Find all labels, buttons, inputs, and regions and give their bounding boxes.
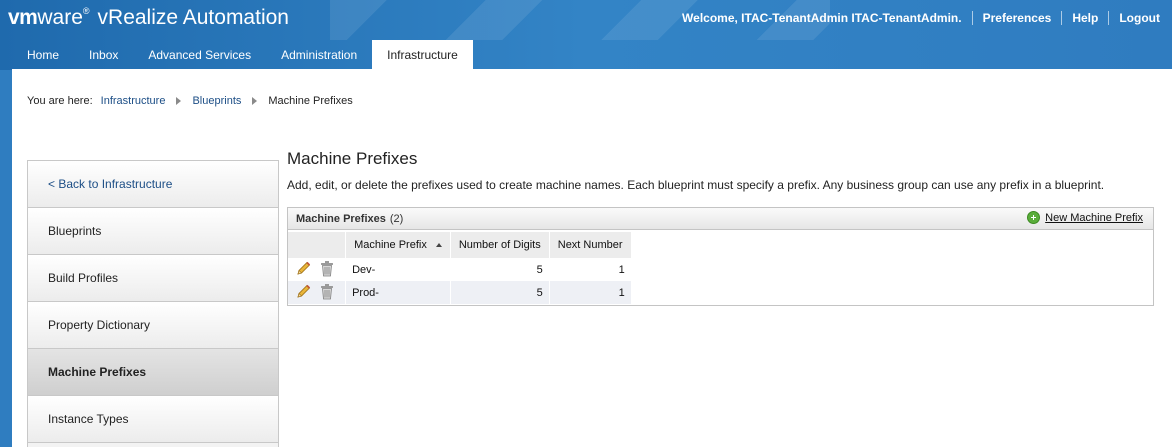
- cell-next-number: 1: [549, 258, 632, 281]
- page-title: Machine Prefixes: [287, 149, 418, 168]
- user-links: Welcome, ITAC-TenantAdmin ITAC-TenantAdm…: [682, 11, 1160, 25]
- tab-home[interactable]: Home: [12, 40, 74, 69]
- cell-digits: 5: [450, 281, 550, 304]
- plus-circle-icon: [1027, 211, 1041, 224]
- machine-prefixes-grid: Machine Prefixes (2) New Machine Prefix …: [287, 207, 1154, 306]
- divider: [1108, 11, 1110, 25]
- breadcrumb-arrow-icon: [252, 97, 258, 105]
- main-tabs: Home Inbox Advanced Services Administrat…: [12, 40, 473, 69]
- breadcrumb-label: You are here:: [27, 95, 93, 107]
- column-header-next-number[interactable]: Next Number: [549, 232, 632, 258]
- vmware-logo: vmware® vRealize Automation: [8, 6, 289, 30]
- tab-administration[interactable]: Administration: [266, 40, 372, 69]
- top-header: vmware® vRealize Automation Welcome, ITAC…: [0, 0, 1172, 70]
- main-content: You are here: Infrastructure Blueprints …: [12, 69, 1172, 447]
- actions-column-header: [288, 232, 347, 258]
- sidebar-item-blueprints[interactable]: Blueprints: [28, 208, 278, 255]
- new-machine-prefix-button[interactable]: New Machine Prefix: [1027, 211, 1143, 224]
- row-actions: [288, 258, 347, 281]
- page-description: Add, edit, or delete the prefixes used t…: [287, 178, 1105, 192]
- grid-title: Machine Prefixes: [296, 212, 386, 225]
- sort-ascending-icon: [435, 243, 442, 248]
- product-name: vRealize Automation: [97, 6, 289, 29]
- column-label: Machine Prefix: [354, 239, 427, 251]
- logout-link[interactable]: Logout: [1119, 11, 1160, 25]
- pencil-icon[interactable]: [296, 260, 312, 279]
- cell-prefix: Dev-: [345, 258, 451, 281]
- sidebar-item-property-dictionary[interactable]: Property Dictionary: [28, 302, 278, 349]
- breadcrumb-infrastructure[interactable]: Infrastructure: [101, 95, 166, 107]
- table-row: Dev- 5 1: [288, 258, 632, 281]
- grid-header: Machine Prefixes (2) New Machine Prefix: [288, 208, 1153, 230]
- column-header-number-of-digits[interactable]: Number of Digits: [450, 232, 550, 258]
- logo-vm-text: vm: [8, 6, 38, 29]
- sidebar-item-instance-types[interactable]: Instance Types: [28, 396, 278, 443]
- help-link[interactable]: Help: [1072, 11, 1098, 25]
- cell-next-number: 1: [549, 281, 632, 304]
- logo-registered-mark: ®: [82, 6, 90, 16]
- breadcrumb-arrow-icon: [176, 97, 182, 105]
- trash-icon[interactable]: [319, 260, 335, 280]
- grid-count: (2): [389, 212, 404, 225]
- table-row: Prod- 5 1: [288, 281, 632, 304]
- divider: [1061, 11, 1063, 25]
- breadcrumb-blueprints[interactable]: Blueprints: [192, 95, 241, 107]
- cell-prefix: Prod-: [345, 281, 451, 304]
- new-machine-prefix-label: New Machine Prefix: [1045, 211, 1143, 224]
- table-header-row: Machine Prefix Number of Digits Next Num…: [288, 232, 632, 258]
- welcome-text: Welcome, ITAC-TenantAdmin ITAC-TenantAdm…: [682, 11, 962, 25]
- column-header-machine-prefix[interactable]: Machine Prefix: [345, 232, 451, 258]
- sidebar: < Back to Infrastructure Blueprints Buil…: [27, 160, 279, 447]
- cell-digits: 5: [450, 258, 550, 281]
- tab-infrastructure[interactable]: Infrastructure: [372, 40, 473, 69]
- row-actions: [288, 281, 347, 304]
- sidebar-item-build-profiles[interactable]: Build Profiles: [28, 255, 278, 302]
- divider: [971, 11, 973, 25]
- tab-inbox[interactable]: Inbox: [74, 40, 133, 69]
- breadcrumb: You are here: Infrastructure Blueprints …: [27, 95, 353, 107]
- trash-icon[interactable]: [319, 283, 335, 303]
- breadcrumb-current: Machine Prefixes: [268, 95, 353, 107]
- sidebar-item-back-to-infrastructure[interactable]: < Back to Infrastructure: [28, 161, 278, 208]
- logo-ware-text: ware: [37, 6, 83, 29]
- preferences-link[interactable]: Preferences: [983, 11, 1052, 25]
- prefixes-table: Machine Prefix Number of Digits Next Num…: [288, 232, 632, 304]
- pencil-icon[interactable]: [296, 283, 312, 302]
- tab-advanced-services[interactable]: Advanced Services: [133, 40, 266, 69]
- sidebar-item-machine-prefixes[interactable]: Machine Prefixes: [28, 349, 278, 396]
